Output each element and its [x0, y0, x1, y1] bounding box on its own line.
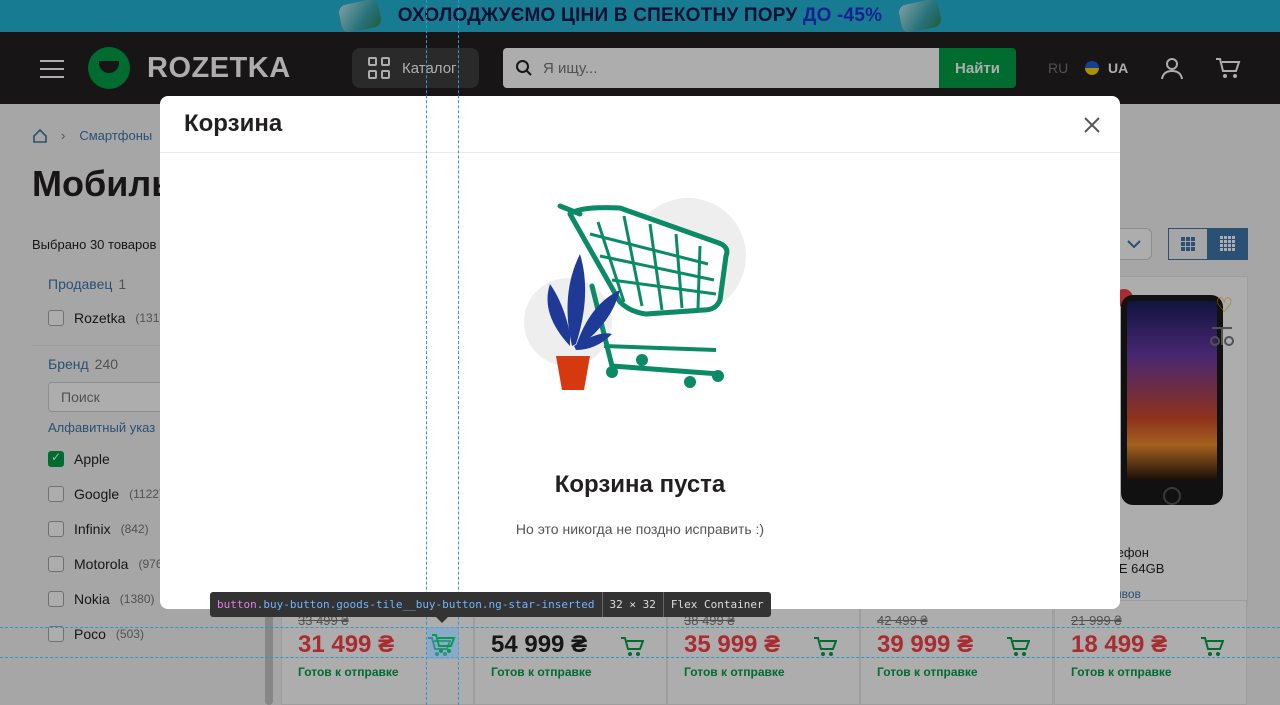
inspector-guide-line [0, 627, 1280, 628]
devtools-tooltip: button .buy-button.goods-tile__buy-button… [210, 592, 771, 617]
devtools-tooltip-arrow [436, 617, 448, 623]
inspector-guide-line [0, 657, 1280, 658]
inspected-element-highlight [427, 627, 459, 659]
devtools-type: Flex Container [662, 592, 771, 617]
devtools-size: 32 × 32 [601, 592, 663, 617]
empty-cart-title: Корзина пуста [554, 471, 726, 498]
devtools-selector: button .buy-button.goods-tile__buy-button… [217, 598, 595, 611]
cart-icon [432, 634, 456, 653]
modal-title: Корзина [184, 110, 283, 137]
close-icon[interactable] [1080, 113, 1104, 137]
modal-header: Корзина [160, 96, 1120, 153]
empty-cart-subtitle: Но это никогда не поздно исправить :) [515, 521, 765, 537]
empty-cart-illustration [524, 198, 746, 390]
cart-modal: Корзина Корзина пуста Но это никогда не … [160, 96, 1120, 609]
